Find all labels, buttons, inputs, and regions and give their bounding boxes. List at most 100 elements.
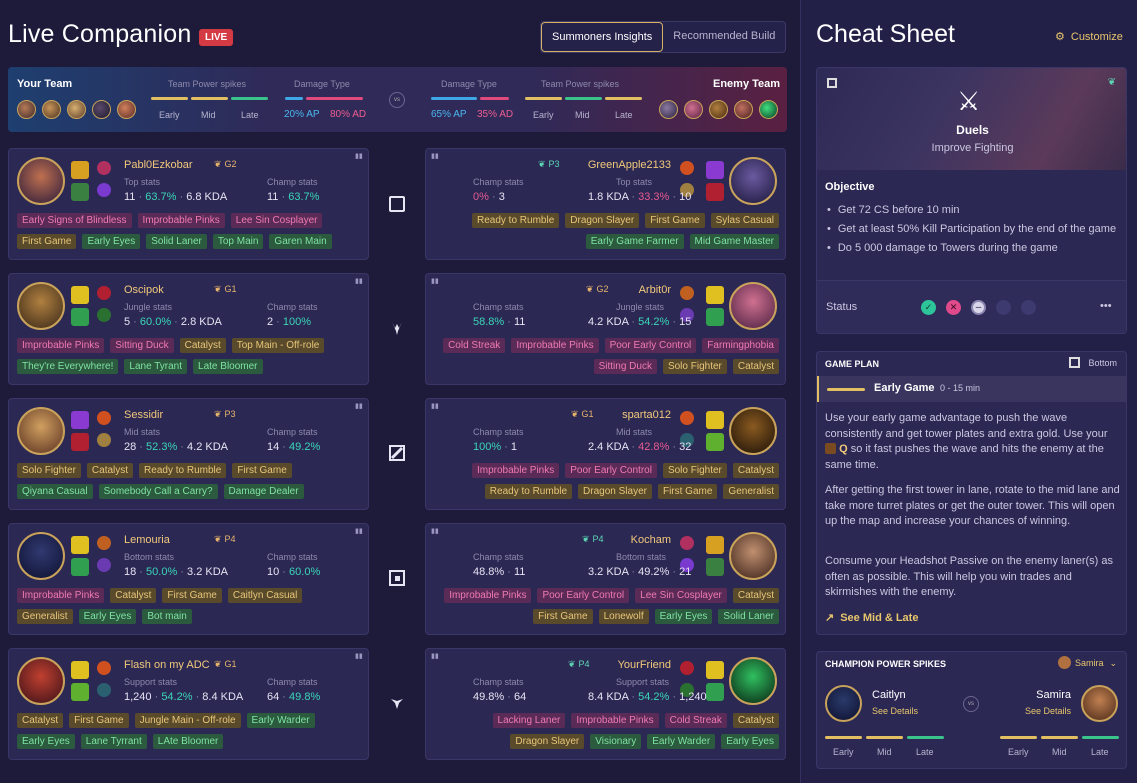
ally-avatar (42, 100, 61, 119)
more-options-button[interactable]: ••• (1100, 300, 1112, 312)
champion-portrait (729, 407, 777, 455)
tag-chip: Solid Laner (718, 609, 779, 624)
left-spike-mid (866, 736, 903, 739)
game-plan-label: GAME PLAN (825, 359, 879, 369)
rank-badge: ❦ G1 (571, 409, 594, 419)
left-see-details[interactable]: See Details (872, 706, 918, 716)
tag-chip: First Game (645, 213, 705, 228)
tag-chip: Improbable Pinks (137, 213, 225, 228)
enemy-player-card[interactable]: ▮▮ GreenApple2133 ❦ P3 Champ stats Top stats 0… (425, 148, 786, 260)
ally-ap-bar (285, 97, 303, 100)
ally-spike-early (151, 97, 188, 100)
status-success-icon[interactable]: ✓ (921, 300, 936, 315)
champ-stats-label: Champ stats (473, 552, 524, 562)
tag-chip: Early Eyes (82, 234, 141, 249)
signal-icon: ▮▮ (431, 403, 439, 410)
ally-player-card[interactable]: ▮▮ Flash on my ADC ❦ G1 Support stats Champ s… (8, 648, 369, 760)
tag-chip: Early Warder (246, 713, 315, 728)
enemy-player-card[interactable]: ▮▮ Kocham ❦ P4 Champ stats Bottom stats 48.8% … (425, 523, 786, 635)
tag-chip: Generalist (723, 484, 779, 499)
jungle-icon (389, 320, 405, 336)
status-pending-icon[interactable]: – (971, 300, 986, 315)
tag-chip: Jungle Main - Off-role (134, 713, 241, 728)
enemy-player-card[interactable]: ▮▮ Arbit0r ❦ G2 Champ stats Jungle stats 58.8%… (425, 273, 786, 385)
tag-chip: Solo Fighter (662, 359, 727, 374)
plan-paragraph: Use your early game advantage to push th… (825, 412, 1108, 471)
rank-icon: ❦ (214, 659, 222, 669)
status-empty-icon[interactable] (996, 300, 1011, 315)
ally-player-card[interactable]: ▮▮ Oscipok ❦ G1 Jungle stats Champ stats 5 · 6… (8, 273, 369, 385)
tag-chip: Catalyst (732, 359, 779, 374)
ally-player-card[interactable]: ▮▮ Sessidir ❦ P3 Mid stats Champ stats 28 · 52… (8, 398, 369, 510)
phase-time: 0 - 15 min (940, 383, 981, 393)
phase-bar (827, 388, 865, 391)
tag-chip: Early Eyes (721, 734, 779, 749)
role-stats-label: Support stats (124, 677, 178, 687)
rank-icon: ❦ (214, 284, 222, 294)
rank-icon: ❦ (214, 409, 222, 419)
rune-icon (71, 433, 89, 451)
tag-chip: Qiyana Casual (17, 484, 93, 499)
enemy-spike-early (525, 97, 562, 100)
role-stats: 18 · 50.0% · 3.2 KDA (124, 566, 228, 578)
ally-player-card[interactable]: ▮▮ Lemouria ❦ P4 Bottom stats Champ stats 18 ·… (8, 523, 369, 635)
rank-icon: ❦ (214, 159, 222, 169)
champ-stats-label: Champ stats (267, 552, 318, 562)
tag-chip: Sitting Duck (110, 338, 174, 353)
enemy-power-spikes-label: Team Power spikes (541, 79, 620, 89)
phase-label: Late (241, 110, 259, 120)
left-champion-name: Caitlyn (872, 689, 906, 701)
tag-list: Improbable Pinks Poor Early Control Lee Si… (434, 588, 779, 624)
enemy-player-card[interactable]: ▮▮ YourFriend ❦ P4 Champ stats Support stats 4… (425, 648, 786, 760)
page-title: Live Companion (8, 20, 192, 48)
caitlyn-avatar (825, 685, 862, 722)
champion-portrait (17, 407, 65, 455)
champ-stats: 64 · 49.8% (267, 691, 321, 703)
top-lane-icon (389, 196, 405, 212)
tag-chip: Generalist (17, 609, 73, 624)
enemy-damage-type-label: Damage Type (441, 79, 497, 89)
tag-chip: Lane Tyrrant (80, 734, 147, 749)
signal-icon: ▮▮ (355, 278, 363, 285)
objective-list: • Get 72 CS before 10 min • Get at least 5… (827, 202, 1117, 256)
see-mid-late-link[interactable]: ↗ See Mid & Late (825, 611, 918, 624)
rune-icon (680, 411, 694, 425)
rank-icon: ❦ (538, 159, 546, 169)
tab-summoners-insights[interactable]: Summoners Insights (541, 22, 664, 52)
tag-chip: Poor Early Control (604, 338, 697, 353)
tag-chip: Catalyst (17, 713, 64, 728)
rune-icon (706, 683, 724, 701)
objective-item: • Do 5 000 damage to Towers during the ga… (827, 242, 1058, 254)
status-fail-icon[interactable]: ✕ (946, 300, 961, 315)
tag-chip: Improbable Pinks (511, 338, 599, 353)
ally-avatar (17, 100, 36, 119)
tag-chip: Dragon Slayer (510, 734, 585, 749)
ally-ad-value: 80% AD (330, 109, 367, 120)
tag-chip: Early Eyes (654, 609, 713, 624)
rank-badge: ❦ P3 (214, 409, 236, 419)
role-stats: 1,240 · 54.2% · 8.4 KDA (124, 691, 244, 703)
signal-icon: ▮▮ (355, 153, 363, 160)
enemy-team-label: Enemy Team (713, 78, 781, 90)
rune-icon (97, 161, 111, 175)
right-see-details[interactable]: See Details (1025, 706, 1071, 716)
rank-icon: ❦ (571, 409, 579, 419)
tag-chip: Lacking Laner (492, 713, 566, 728)
ally-player-card[interactable]: ▮▮ Pabl0Ezkobar ❦ G2 Top stats Champ stats 11 … (8, 148, 369, 260)
champion-select-dropdown[interactable]: Samira ⌄ (1057, 656, 1117, 669)
tag-chip: Cold Streak (443, 338, 506, 353)
tag-chip: Late Bloomer (193, 359, 263, 374)
tag-chip: First Game (162, 588, 222, 603)
enemy-player-card[interactable]: ▮▮ sparta012 ❦ G1 Champ stats Mid stats 100% ·… (425, 398, 786, 510)
chevron-down-icon: ⌄ (1109, 658, 1117, 668)
customize-button[interactable]: ⚙ Customize (1055, 30, 1123, 43)
role-stats: 5 · 60.0% · 2.8 KDA (124, 316, 222, 328)
tag-list: Catalyst First Game Jungle Main - Off-role… (17, 713, 362, 749)
role-stats: 11 · 63.7% · 6.8 KDA (124, 191, 228, 203)
tab-recommended-build[interactable]: Recommended Build (663, 22, 785, 52)
tag-chip: Ready to Rumble (484, 484, 573, 499)
ally-power-spikes-label: Team Power spikes (168, 79, 247, 89)
tag-chip: Visionary (590, 734, 642, 749)
tag-chip: Damage Dealer (223, 484, 304, 499)
status-empty-icon[interactable] (1021, 300, 1036, 315)
